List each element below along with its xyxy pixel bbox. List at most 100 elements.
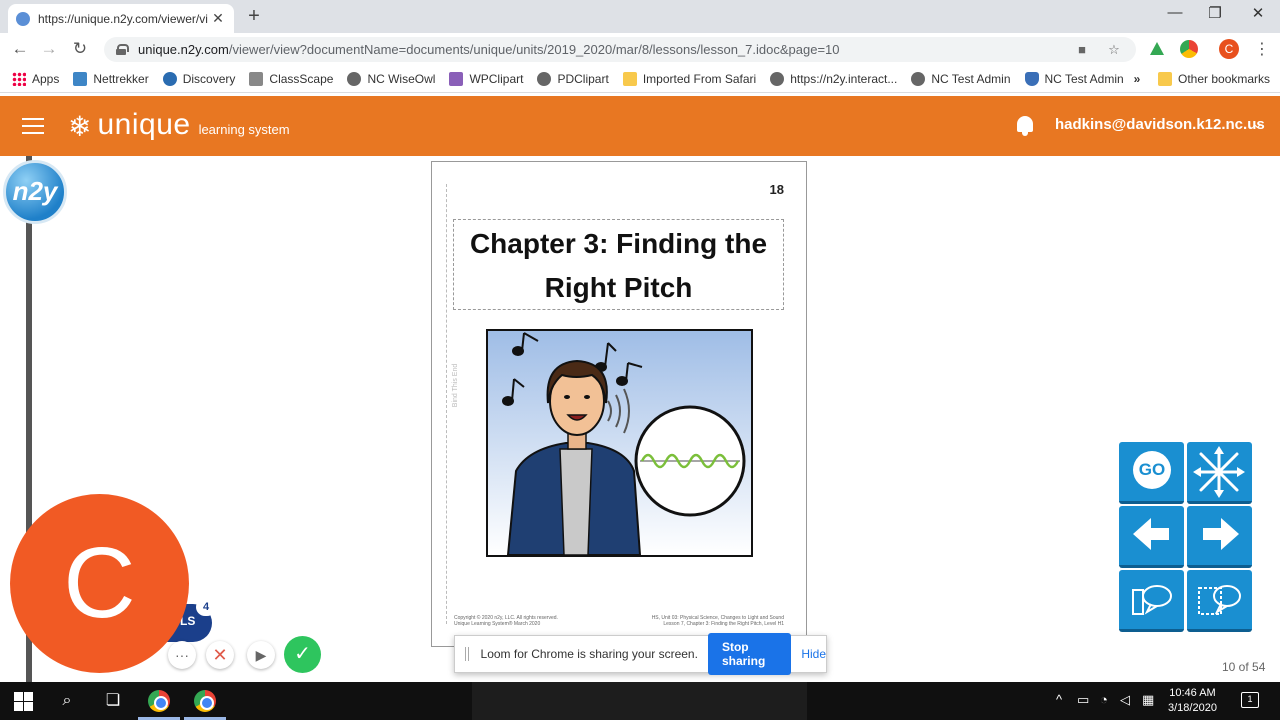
tray-chevron-icon[interactable]: ^ <box>1056 692 1062 707</box>
minimize-icon[interactable]: — <box>1165 4 1185 21</box>
fullscreen-button[interactable] <box>1187 442 1252 504</box>
bookmark-apps[interactable]: Apps <box>12 71 60 86</box>
loom-more-icon[interactable]: ··· <box>168 641 196 669</box>
forward-arrow-icon[interactable]: → <box>38 39 60 59</box>
go-label: GO <box>1133 451 1171 489</box>
restore-icon[interactable]: ❐ <box>1205 4 1225 22</box>
task-view-icon[interactable]: ❏ <box>102 690 124 712</box>
search-icon[interactable]: ⌕ <box>56 690 78 712</box>
system-clock[interactable]: 10:46 AM 3/18/2020 <box>1168 686 1217 716</box>
ls-count-badge: 4 <box>196 598 216 616</box>
window-close-icon[interactable]: ✕ <box>1248 4 1268 22</box>
folder-icon <box>1158 71 1172 86</box>
bookmark-pdclipart[interactable]: PDClipart <box>537 71 609 86</box>
classscape-icon <box>249 71 264 86</box>
notification-bell-icon[interactable] <box>1014 114 1036 138</box>
chrome-extension-icon[interactable] <box>1180 40 1198 58</box>
globe-icon <box>537 71 552 86</box>
url-text[interactable]: unique.n2y.com/viewer/view?documentName=… <box>138 42 1060 57</box>
bookmark-other-bookmarks[interactable]: Other bookmarks <box>1158 71 1270 86</box>
new-tab-icon[interactable]: + <box>244 5 264 28</box>
bookmark-discovery[interactable]: Discovery <box>162 71 236 86</box>
snowflake-icon: ❄ <box>68 111 92 142</box>
globe-icon <box>911 71 926 86</box>
stop-sharing-button[interactable]: Stop sharing <box>707 633 792 675</box>
more-menu-icon[interactable]: ⋮ <box>1254 39 1270 59</box>
arrow-right-icon <box>1203 518 1239 550</box>
chrome-taskbar-icon-2[interactable] <box>194 690 216 712</box>
hide-button[interactable]: Hide <box>801 647 826 661</box>
bookmark-label: WPClipart <box>469 71 524 86</box>
chapter-title-line-2: Right Pitch <box>544 272 693 303</box>
star-icon[interactable]: ☆ <box>1104 42 1124 58</box>
bookmarks-overflow-chevron-icon[interactable]: » <box>1134 72 1141 86</box>
speak-page-button[interactable] <box>1119 570 1184 632</box>
page-counter: 10 of 54 <box>1222 660 1266 674</box>
wifi-icon[interactable]: ◔ <box>1100 692 1108 707</box>
previous-page-button[interactable] <box>1119 506 1184 568</box>
address-bar[interactable]: unique.n2y.com/viewer/view?documentName=… <box>104 37 1136 62</box>
app-header: ❄ unique learning system hadkins@davidso… <box>0 96 1280 156</box>
bookmark-n2y-interact[interactable]: https://n2y.interact... <box>770 71 898 86</box>
bookmark-label: ClassScape <box>269 71 334 86</box>
browser-toolbar: ← → ↻ unique.n2y.com/viewer/view?documen… <box>0 33 1280 65</box>
bookmark-label: Apps <box>32 71 60 86</box>
wpclipart-icon <box>449 71 464 86</box>
loom-pause-icon[interactable]: ▶ <box>247 641 275 669</box>
loom-cancel-icon[interactable]: ✕ <box>206 641 234 669</box>
lock-icon <box>116 44 129 55</box>
bookmark-nettrekker[interactable]: Nettrekker <box>73 71 149 86</box>
globe-icon <box>770 71 785 86</box>
back-arrow-icon[interactable]: ← <box>9 39 31 59</box>
camera-icon[interactable]: ■ <box>1072 42 1092 57</box>
next-page-button[interactable] <box>1187 506 1252 568</box>
share-message: Loom for Chrome is sharing your screen. <box>480 647 698 661</box>
move-arrows-icon <box>1193 446 1245 498</box>
page-number: 18 <box>769 182 784 197</box>
copyright-footer: Copyright © 2020 n2y, LLC. All rights re… <box>454 615 558 627</box>
singing-illustration <box>486 329 753 557</box>
browser-tab-strip: https://unique.n2y.com/viewer/vi ✕ + — ❐… <box>0 0 1280 33</box>
action-center-icon[interactable]: 1 <box>1241 692 1259 708</box>
speak-selection-button[interactable] <box>1187 570 1252 632</box>
loom-finish-icon[interactable]: ✓ <box>284 636 321 673</box>
bookmark-wpclipart[interactable]: WPClipart <box>449 71 524 86</box>
profile-avatar[interactable]: C <box>1219 39 1239 59</box>
go-button[interactable]: GO <box>1119 442 1184 504</box>
chevron-down-icon[interactable]: ⌄ <box>1252 116 1263 132</box>
bind-line <box>446 184 447 624</box>
n2y-logo[interactable]: n2y <box>3 160 67 224</box>
user-email[interactable]: hadkins@davidson.k12.nc.us <box>1055 116 1265 133</box>
bookmark-label: https://n2y.interact... <box>790 71 898 86</box>
bookmark-nc-test-admin-1[interactable]: NC Test Admin <box>911 71 1011 86</box>
bookmark-label: Discovery <box>182 71 236 86</box>
nettrekker-icon <box>73 71 88 86</box>
clock-date: 3/18/2020 <box>1168 702 1217 714</box>
arrow-left-icon <box>1133 518 1169 550</box>
unique-logo[interactable]: ❄ unique learning system <box>68 108 290 142</box>
windows-taskbar: ⌕ ❏ ^ ▭ ◔ ◁ ▦ 10:46 AM 3/18/2020 1 <box>0 682 1280 720</box>
hamburger-menu-icon[interactable] <box>22 118 44 134</box>
bookmark-nc-wiseowl[interactable]: NC WiseOwl <box>347 71 435 86</box>
loom-camera-bubble[interactable]: C <box>10 494 189 673</box>
chrome-taskbar-icon[interactable] <box>148 690 170 712</box>
chapter-title-box[interactable]: Chapter 3: Finding the Right Pitch <box>453 219 784 310</box>
tab-title: https://unique.n2y.com/viewer/vi <box>38 11 208 26</box>
singing-person-image <box>488 331 751 555</box>
document-page: Bind This End 18 Chapter 3: Finding the … <box>431 161 807 647</box>
reload-icon[interactable]: ↻ <box>69 39 91 59</box>
bookmark-classscape[interactable]: ClassScape <box>249 71 334 86</box>
battery-icon[interactable]: ▭ <box>1077 692 1089 708</box>
volume-icon[interactable]: ◁ <box>1120 692 1130 708</box>
bookmark-imported-from-safari[interactable]: Imported From Safari <box>622 71 756 86</box>
google-drive-icon[interactable] <box>1148 40 1166 58</box>
speech-selection-icon <box>1198 585 1241 615</box>
bookmark-label: NC Test Admin <box>1044 71 1124 86</box>
bookmark-nc-test-admin-2[interactable]: NC Test Admin <box>1024 71 1124 86</box>
tab-close-icon[interactable]: ✕ <box>210 10 226 27</box>
drag-handle-icon[interactable] <box>465 647 469 661</box>
browser-tab[interactable]: https://unique.n2y.com/viewer/vi ✕ <box>8 4 234 33</box>
keyboard-icon[interactable]: ▦ <box>1142 692 1154 708</box>
windows-start-icon[interactable] <box>12 690 34 712</box>
folder-icon <box>622 71 637 86</box>
